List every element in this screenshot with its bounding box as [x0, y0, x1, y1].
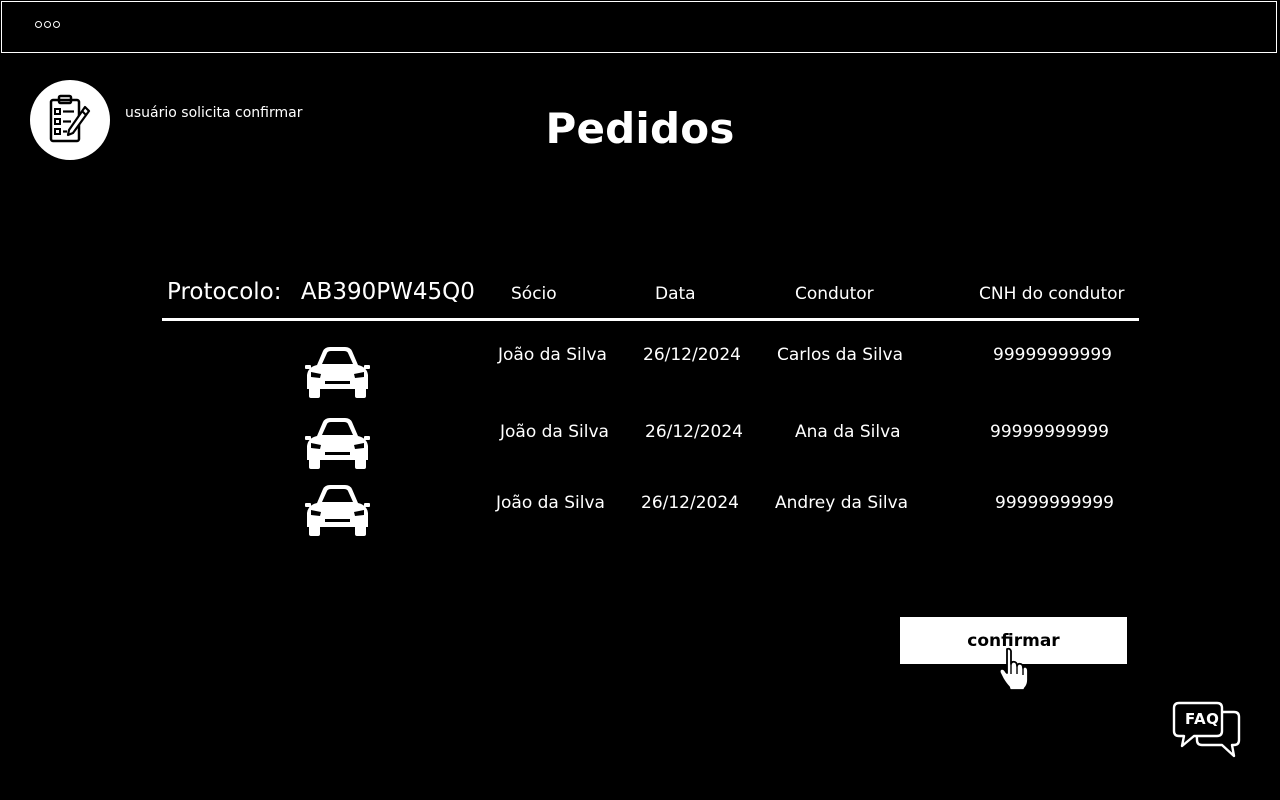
column-header-condutor: Condutor	[795, 284, 874, 304]
protocol-header: Protocolo: AB390PW45Q0	[167, 279, 475, 305]
cell-data: 26/12/2024	[641, 493, 739, 513]
cell-condutor: Carlos da Silva	[777, 345, 903, 365]
car-icon	[305, 485, 370, 536]
table-row[interactable]: João da Silva 26/12/2024 Andrey da Silva…	[0, 483, 1280, 543]
column-header-socio: Sócio	[511, 284, 557, 304]
column-header-cnh: CNH do condutor	[979, 284, 1125, 304]
hand-pointer-icon	[998, 647, 1029, 691]
cell-socio: João da Silva	[496, 493, 605, 513]
cell-condutor: Ana da Silva	[795, 422, 901, 442]
pedidos-screen: usuário solicita confirmar Pedidos Proto…	[0, 0, 1280, 800]
chat-bubbles-icon[interactable]	[1172, 700, 1242, 760]
window-dot-icon[interactable]	[44, 21, 51, 28]
cell-cnh: 99999999999	[990, 422, 1109, 442]
column-header-data: Data	[655, 284, 696, 304]
cell-socio: João da Silva	[500, 422, 609, 442]
cell-data: 26/12/2024	[645, 422, 743, 442]
car-icon	[305, 347, 370, 398]
window-dot-icon[interactable]	[53, 21, 60, 28]
table-row[interactable]: João da Silva 26/12/2024 Carlos da Silva…	[0, 345, 1280, 405]
window-controls[interactable]	[35, 21, 60, 28]
car-icon	[305, 418, 370, 469]
table-row[interactable]: João da Silva 26/12/2024 Ana da Silva 99…	[0, 416, 1280, 476]
cell-data: 26/12/2024	[643, 345, 741, 365]
header-divider	[162, 318, 1139, 321]
protocol-label: Protocolo:	[167, 279, 282, 305]
page-title: Pedidos	[545, 104, 735, 153]
protocol-value: AB390PW45Q0	[300, 279, 475, 305]
window-dot-icon[interactable]	[35, 21, 42, 28]
faq-label[interactable]: FAQ	[1185, 710, 1219, 728]
window-title-bar	[1, 1, 1277, 53]
cell-cnh: 99999999999	[993, 345, 1112, 365]
cell-cnh: 99999999999	[995, 493, 1114, 513]
cell-condutor: Andrey da Silva	[775, 493, 909, 513]
cell-socio: João da Silva	[498, 345, 607, 365]
